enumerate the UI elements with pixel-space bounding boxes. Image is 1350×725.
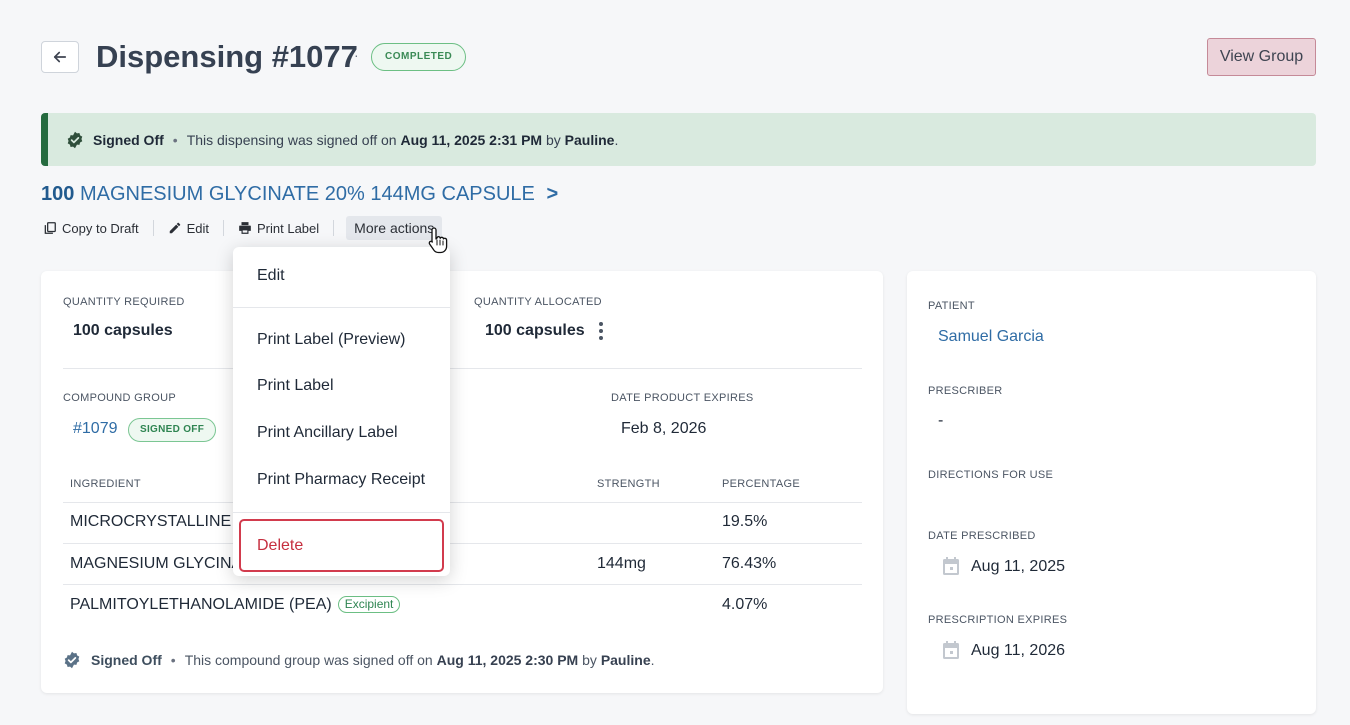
footer-period: . xyxy=(650,652,655,668)
percentage-cell: 76.43% xyxy=(722,555,777,572)
section-divider xyxy=(63,368,862,369)
ingredient-cell: MICROCRYSTALLINE C xyxy=(70,513,248,530)
calendar-icon xyxy=(943,641,959,659)
pencil-icon xyxy=(169,222,180,234)
quantity-allocated-label: QUANTITY ALLOCATED xyxy=(474,296,602,308)
signed-off-banner: Signed Off • This dispensing was signed … xyxy=(41,113,1316,166)
prescriber-label: PRESCRIBER xyxy=(928,385,1003,397)
ingredient-cell: PALMITOYLETHANOLAMIDE (PEA) Excipient xyxy=(70,596,401,614)
patient-link[interactable]: Samuel Garcia xyxy=(938,328,1044,346)
percentage-cell: 4.07% xyxy=(722,596,768,613)
view-group-button[interactable]: View Group xyxy=(1207,38,1316,76)
action-divider xyxy=(333,220,335,236)
more-actions-label: More actions xyxy=(354,220,435,236)
print-label-label: Print Label xyxy=(257,220,320,236)
date-prescribed-value: Aug 11, 2025 xyxy=(971,558,1066,575)
quantity-required-label: QUANTITY REQUIRED xyxy=(63,296,185,308)
ingredient-name: PALMITOYLETHANOLAMIDE (PEA) xyxy=(70,596,332,613)
date-prescribed-label: DATE PRESCRIBED xyxy=(928,530,1036,542)
product-quantity: 100 xyxy=(41,183,75,205)
product-name: MAGNESIUM GLYCINATE 20% 144MG CAPSULE xyxy=(79,183,535,205)
patient-label: PATIENT xyxy=(928,300,975,312)
banner-text: This dispensing was signed off on xyxy=(186,131,397,148)
hand-pointer-icon xyxy=(428,227,448,254)
footer-user: Pauline xyxy=(600,652,651,668)
prescription-info-card: PATIENT Samuel Garcia PRESCRIBER - DIREC… xyxy=(907,271,1316,714)
ingredient-cell: MAGNESIUM GLYCINA xyxy=(70,555,243,572)
chevron-right-icon: > xyxy=(546,183,559,205)
copy-to-draft-label: Copy to Draft xyxy=(62,220,139,236)
strength-header: STRENGTH xyxy=(597,478,660,490)
verified-check-icon xyxy=(67,131,83,148)
footer-text: This compound group was signed off on xyxy=(184,652,433,668)
back-button[interactable] xyxy=(41,41,79,73)
table-header-divider xyxy=(63,502,862,503)
menu-item-edit[interactable]: Edit xyxy=(257,267,285,285)
date-product-expires-label: DATE PRODUCT EXPIRES xyxy=(611,392,754,404)
strength-cell: 144mg xyxy=(597,555,646,572)
ingredient-header: INGREDIENT xyxy=(70,478,141,490)
directions-label: DIRECTIONS FOR USE xyxy=(928,469,1054,481)
menu-item-delete[interactable]: Delete xyxy=(239,519,444,572)
banner-period: . xyxy=(614,131,619,148)
page-title: Dispensing #1077 xyxy=(96,39,358,74)
footer-separator: • xyxy=(170,652,176,668)
menu-item-print-ancillary-label[interactable]: Print Ancillary Label xyxy=(257,424,398,442)
banner-date: Aug 11, 2025 2:31 PM xyxy=(400,131,543,148)
percentage-cell: 19.5% xyxy=(722,513,768,530)
verified-check-icon xyxy=(64,651,80,669)
page-header: Dispensing #1077 · COMPLETED View Group xyxy=(41,38,1316,76)
quantity-required-value: 100 capsules xyxy=(73,322,173,339)
edit-label: Edit xyxy=(186,220,209,236)
more-actions-menu: Edit Print Label (Preview) Print Label P… xyxy=(233,247,450,576)
prescription-expires-label: PRESCRIPTION EXPIRES xyxy=(928,614,1068,626)
banner-label: Signed Off xyxy=(93,131,164,148)
compound-status-badge: SIGNED OFF xyxy=(128,418,217,442)
arrow-left-icon xyxy=(53,51,67,63)
date-product-expires-value: Feb 8, 2026 xyxy=(621,420,707,437)
prescriber-value: - xyxy=(938,412,944,429)
kebab-menu-icon[interactable] xyxy=(599,322,603,343)
menu-divider xyxy=(233,307,450,308)
action-divider xyxy=(223,220,224,236)
prescription-expires-value: Aug 11, 2026 xyxy=(971,642,1066,659)
product-link[interactable]: 100 MAGNESIUM GLYCINATE 20% 144MG CAPSUL… xyxy=(41,181,558,207)
action-bar: Copy to Draft Edit Print Label More acti… xyxy=(41,215,443,241)
table-row-divider xyxy=(63,584,862,585)
copy-to-draft-button[interactable]: Copy to Draft xyxy=(41,221,141,236)
banner-user: Pauline xyxy=(564,131,615,148)
footer-by: by xyxy=(582,652,597,668)
compound-group-link[interactable]: #1079 xyxy=(73,420,118,438)
menu-item-print-pharmacy-receipt[interactable]: Print Pharmacy Receipt xyxy=(257,471,425,489)
compound-signed-off-note: Signed Off • This compound group was sig… xyxy=(63,651,655,669)
print-label-button[interactable]: Print Label xyxy=(236,221,321,236)
printer-icon xyxy=(239,222,251,234)
table-row-divider xyxy=(63,543,862,544)
footer-label: Signed Off xyxy=(91,652,162,668)
status-badge: COMPLETED xyxy=(371,43,467,71)
quantity-allocated-value: 100 capsules xyxy=(485,322,585,339)
edit-button[interactable]: Edit xyxy=(166,221,211,236)
dispensing-details-card: QUANTITY REQUIRED 100 capsules QUANTITY … xyxy=(41,271,883,693)
action-divider xyxy=(152,220,154,236)
copy-icon xyxy=(44,222,56,234)
menu-divider xyxy=(233,512,450,513)
percentage-header: PERCENTAGE xyxy=(722,478,800,490)
title-separator: · xyxy=(354,47,359,63)
calendar-icon xyxy=(943,557,959,575)
banner-by: by xyxy=(545,131,561,148)
banner-separator: • xyxy=(172,131,178,148)
menu-item-print-label-preview[interactable]: Print Label (Preview) xyxy=(257,331,406,349)
compound-group-label: COMPOUND GROUP xyxy=(63,392,176,404)
menu-item-print-label[interactable]: Print Label xyxy=(257,377,334,395)
footer-date: Aug 11, 2025 2:30 PM xyxy=(436,652,579,668)
excipient-badge: Excipient xyxy=(337,596,401,613)
